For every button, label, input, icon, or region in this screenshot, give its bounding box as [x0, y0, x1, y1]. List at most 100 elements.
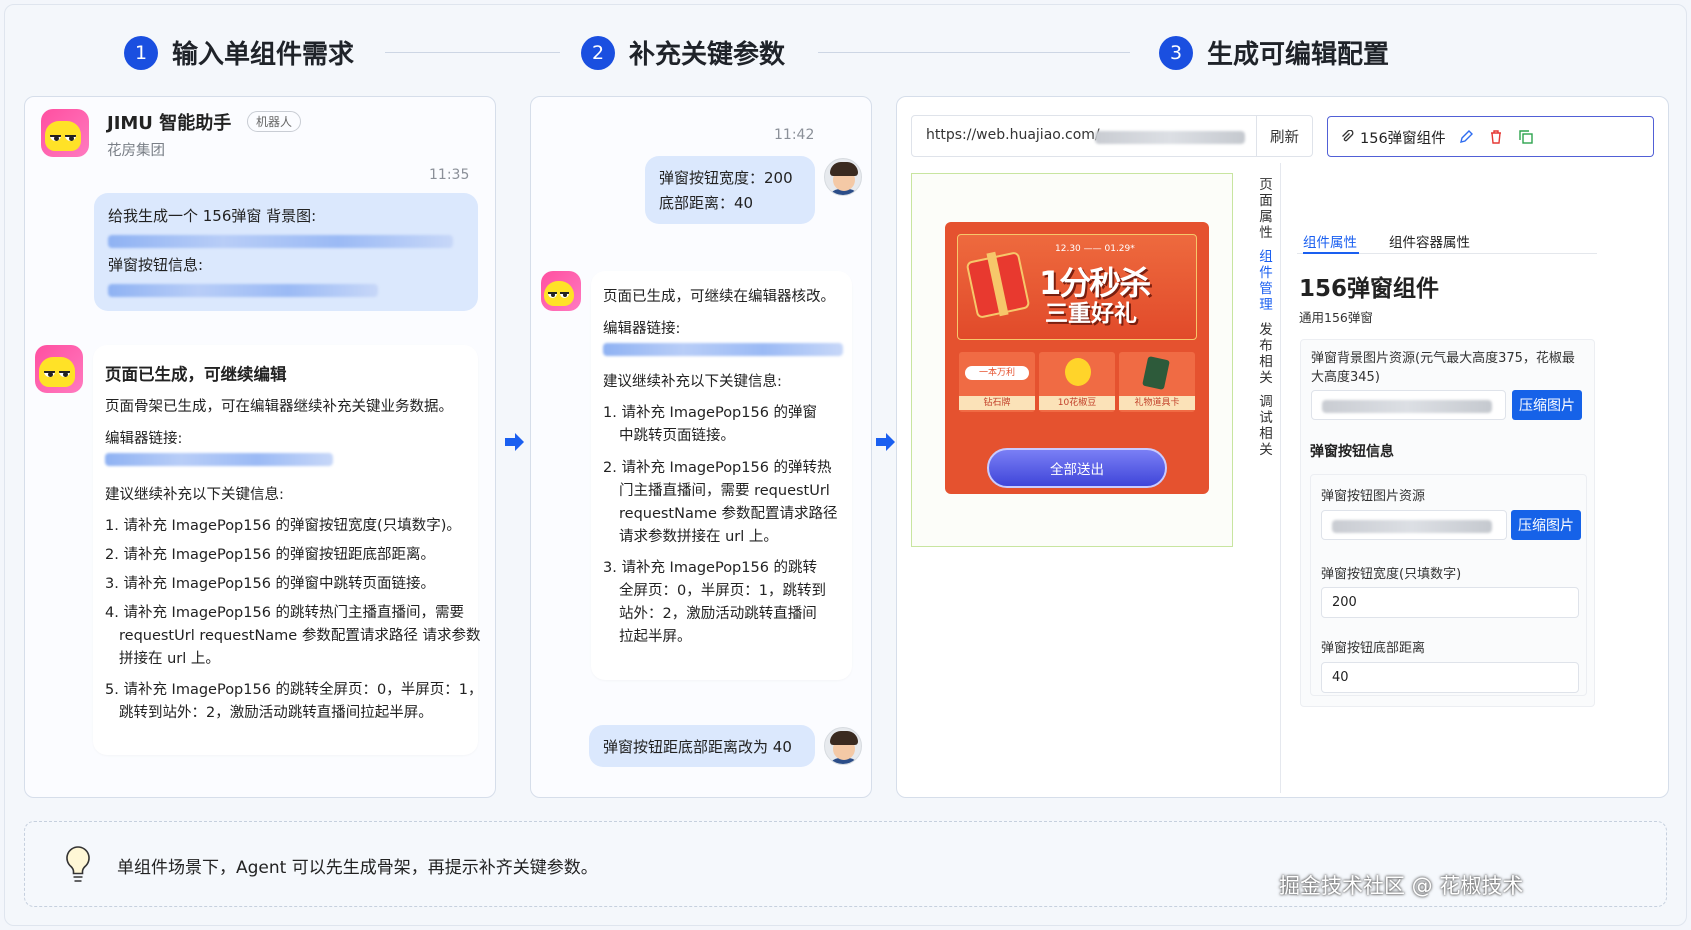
user-message-bubble: 弹窗按钮距底部距离改为 40	[589, 725, 815, 767]
tab-container-props[interactable]: 组件容器属性	[1389, 231, 1470, 251]
suggest-item-cont: 跳转到站外：2，激励活动跳转直播间拉起半屏。	[119, 705, 433, 721]
bg-image-input[interactable]	[1311, 390, 1506, 420]
component-subtitle: 通用156弹窗	[1299, 310, 1373, 325]
reply-title: 页面已生成，可继续编辑	[105, 365, 287, 384]
suggest-item: 1. 请补充 ImagePop156 的弹窗按钮宽度(只填数字)。	[105, 518, 461, 534]
suggest-item-cont: 拉起半屏。	[619, 629, 692, 645]
suggest-item: 3. 请补充 ImagePop156 的弹窗中跳转页面链接。	[105, 576, 436, 592]
footer-tip: 单组件场景下，Agent 可以先生成骨架，再提示补齐关键参数。	[117, 858, 598, 878]
btn-bottom-input[interactable]: 40	[1321, 662, 1579, 693]
watermark: 掘金技术社区 @ 花椒技术	[1279, 874, 1524, 898]
vtab-component-manage[interactable]: 组件管理	[1258, 249, 1274, 313]
step-2-title: 补充关键参数	[629, 40, 786, 70]
tab-component-props[interactable]: 组件属性	[1303, 231, 1357, 251]
component-chip[interactable]: 156弹窗组件	[1327, 116, 1654, 157]
btn-image-label: 弹窗按钮图片资源	[1321, 489, 1426, 504]
suggest-item: 4. 请补充 ImagePop156 的跳转热门主播直播间，需要	[105, 605, 465, 621]
url-blurred	[1095, 131, 1245, 144]
suggest-item-cont: 门主播直播间，需要 requestUrl	[619, 483, 830, 499]
reply-line: 页面已生成，可继续在编辑器核改。	[603, 289, 835, 305]
popup-image: 12.30 —— 01.29* 1分秒杀 三重好礼 一本万利 钻石牌 10花椒豆…	[945, 222, 1209, 494]
compress-image-button[interactable]: 压缩图片	[1511, 510, 1581, 540]
editor-link-label: 编辑器链接:	[105, 431, 183, 447]
vtab-debug[interactable]: 调试相关	[1258, 394, 1274, 458]
popup-button[interactable]: 全部送出	[987, 448, 1167, 488]
suggest-title: 建议继续补充以下关键信息:	[105, 487, 284, 503]
copy-icon[interactable]	[1518, 129, 1534, 145]
prize-card: 一本万利 钻石牌	[959, 352, 1035, 412]
suggest-item-cont: requestName 参数配置请求路径	[619, 506, 838, 522]
reply-desc: 页面骨架已生成，可在编辑器继续补充关键业务数据。	[105, 399, 453, 415]
step-2: 2 补充关键参数	[581, 34, 785, 71]
suggest-item-cont: 中跳转页面链接。	[619, 428, 735, 444]
user-message-line: 弹窗按钮信息:	[108, 256, 204, 274]
popup-banner-subtitle: 三重好礼	[1045, 301, 1137, 327]
user-message-bubble: 给我生成一个 156弹窗 背景图: 弹窗按钮信息:	[94, 193, 478, 311]
url-input[interactable]: https://web.huajiao.com/	[911, 115, 1257, 157]
step-3-number: 3	[1159, 35, 1193, 70]
card-icon	[1142, 356, 1170, 390]
editor-link-label: 编辑器链接:	[603, 321, 681, 337]
btn-bottom-value: 40	[1332, 670, 1349, 685]
btn-width-input[interactable]: 200	[1321, 587, 1579, 618]
coin-icon	[1065, 358, 1091, 386]
user-message-line: 给我生成一个 156弹窗 背景图:	[108, 207, 317, 225]
prize-card: 10花椒豆	[1039, 352, 1115, 412]
suggest-item-cont: 站外：2，激励活动跳转直播间	[619, 606, 817, 622]
arrow-right-icon	[505, 433, 524, 451]
editor-link[interactable]	[603, 343, 843, 356]
editor-link[interactable]	[105, 453, 333, 466]
url-text: https://web.huajiao.com/	[926, 127, 1100, 143]
step-1-number: 1	[124, 35, 158, 70]
suggest-item-cont: 拼接在 url 上。	[119, 651, 220, 667]
popup-date: 12.30 —— 01.29*	[1055, 244, 1135, 254]
bot-avatar	[35, 345, 83, 393]
prize-title: 一本万利	[965, 366, 1029, 380]
btn-bottom-label: 弹窗按钮底部距离	[1321, 641, 1426, 656]
suggest-title: 建议继续补充以下关键信息:	[603, 374, 782, 390]
suggest-item: 1. 请补充 ImagePop156 的弹窗	[603, 405, 818, 421]
step-connector	[385, 52, 560, 53]
step-3-title: 生成可编辑配置	[1207, 40, 1390, 70]
bot-badge: 机器人	[247, 111, 302, 132]
message-time: 11:35	[429, 167, 470, 183]
prize-caption: 礼物道具卡	[1119, 396, 1195, 410]
edit-icon[interactable]	[1458, 129, 1474, 145]
suggest-item-cont: 全屏页：0，半屏页：1，跳转到	[619, 583, 826, 599]
prize-caption: 钻石牌	[959, 396, 1035, 410]
bot-reply-bubble: 页面已生成，可继续在编辑器核改。 编辑器链接: 建议继续补充以下关键信息: 1.…	[591, 271, 852, 680]
btn-section-title: 弹窗按钮信息	[1310, 444, 1394, 460]
chat-panel-step-1: JIMU 智能助手 机器人 花房集团 11:35 给我生成一个 156弹窗 背景…	[24, 96, 496, 798]
bg-image-label: 弹窗背景图片资源(元气最大高度375，花椒最大高度345)	[1311, 351, 1575, 385]
component-chip-label: 156弹窗组件	[1360, 131, 1446, 147]
message-time: 11:42	[774, 127, 815, 143]
bot-name: JIMU 智能助手	[107, 113, 232, 134]
preview-canvas[interactable]: 12.30 —— 01.29* 1分秒杀 三重好礼 一本万利 钻石牌 10花椒豆…	[911, 173, 1233, 547]
lightbulb-icon	[66, 846, 90, 882]
bot-avatar	[41, 109, 89, 157]
vtab-page-props[interactable]: 页面属性	[1258, 177, 1274, 241]
btn-width-label: 弹窗按钮宽度(只填数字)	[1321, 567, 1462, 582]
prize-card: 礼物道具卡	[1119, 352, 1195, 412]
suggest-item-cont: requestUrl requestName 参数配置请求路径 请求参数	[119, 628, 481, 644]
step-2-number: 2	[581, 35, 615, 70]
suggest-item: 5. 请补充 ImagePop156 的跳转全屏页：0，半屏页：1，	[105, 682, 483, 698]
vtab-publish[interactable]: 发布相关	[1258, 322, 1274, 386]
step-3: 3 生成可编辑配置	[1159, 34, 1389, 71]
btn-image-input[interactable]	[1321, 510, 1507, 540]
step-connector	[818, 52, 1130, 53]
step-1: 1 输入单组件需求	[124, 34, 354, 71]
bg-image-url-blurred	[1322, 400, 1492, 413]
user-message-line: 弹窗按钮距底部距离改为 40	[603, 738, 792, 756]
step-1-title: 输入单组件需求	[172, 40, 355, 70]
bot-org: 花房集团	[107, 143, 165, 159]
prize-caption: 10花椒豆	[1039, 396, 1115, 410]
suggest-item: 3. 请补充 ImagePop156 的跳转	[603, 560, 818, 576]
btn-width-value: 200	[1332, 595, 1357, 610]
compress-image-button[interactable]: 压缩图片	[1512, 390, 1582, 420]
refresh-button[interactable]: 刷新	[1256, 115, 1313, 157]
footer-tip-box: 单组件场景下，Agent 可以先生成骨架，再提示补齐关键参数。 掘金技术社区 @…	[24, 821, 1667, 907]
user-message-line: 弹窗按钮宽度：200	[659, 169, 793, 187]
bot-reply-bubble: 页面已生成，可继续编辑 页面骨架已生成，可在编辑器继续补充关键业务数据。 编辑器…	[93, 345, 483, 755]
delete-icon[interactable]	[1488, 129, 1504, 145]
